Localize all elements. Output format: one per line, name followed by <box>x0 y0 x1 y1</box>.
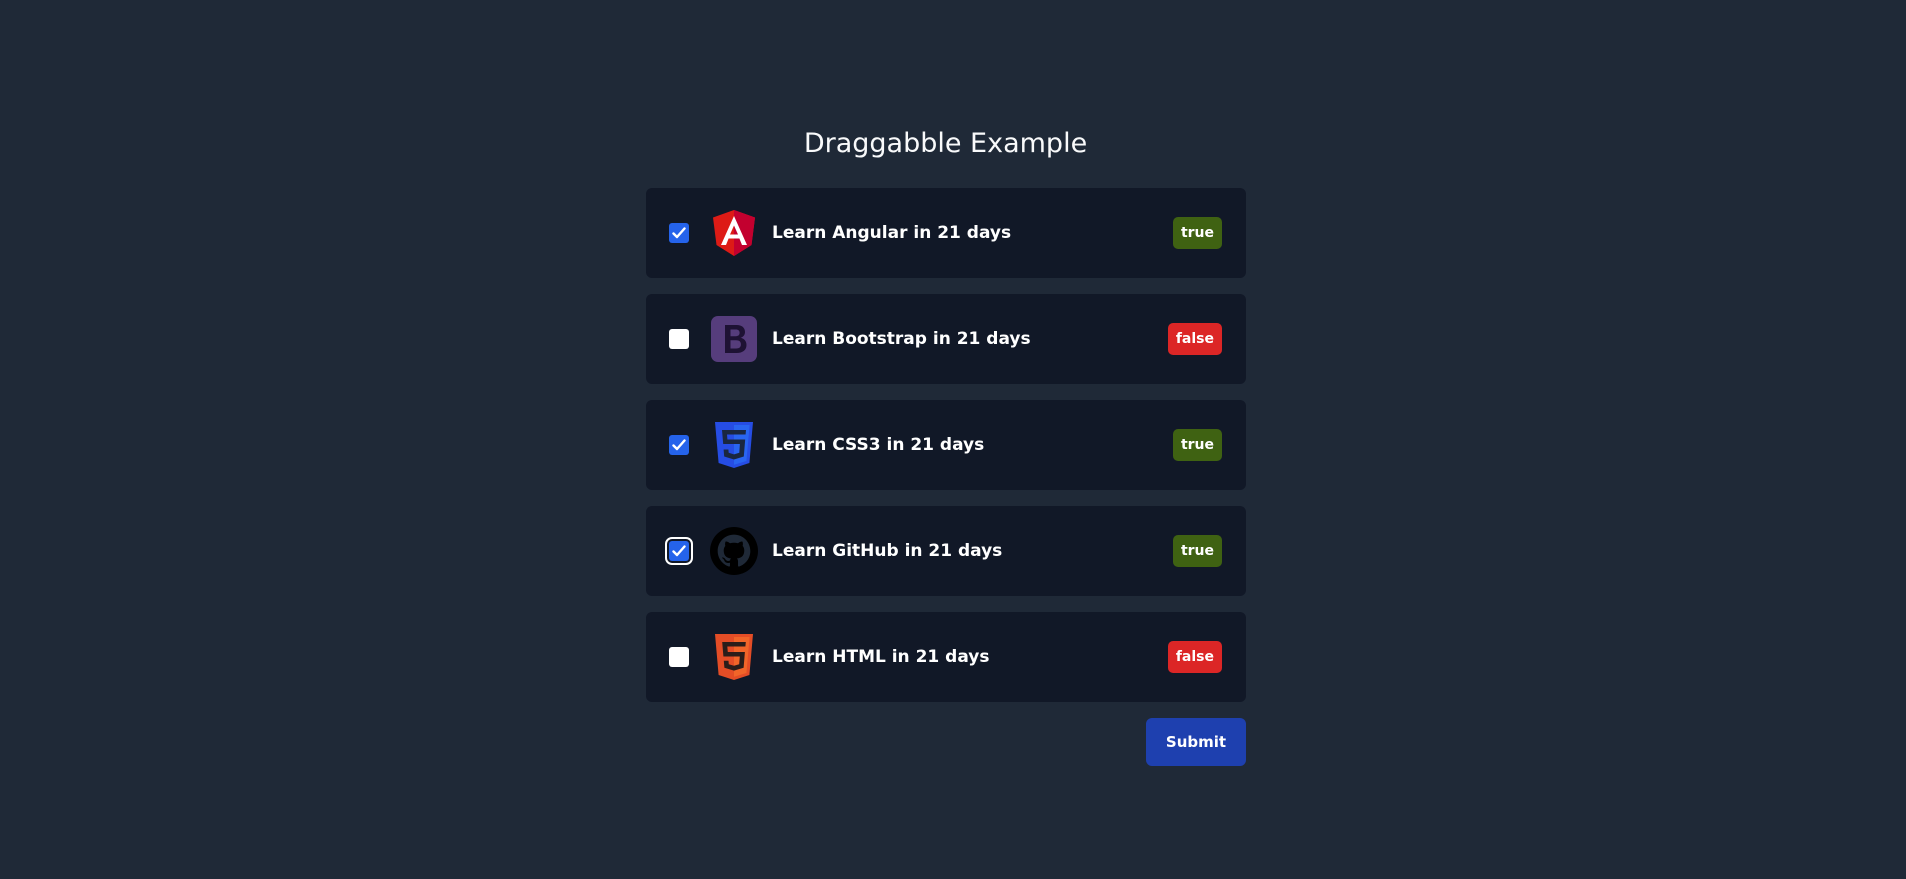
checkbox[interactable] <box>669 223 689 243</box>
submit-button[interactable]: Submit <box>1146 718 1246 766</box>
list-item[interactable]: Learn HTML in 21 days false <box>646 612 1246 702</box>
page-title: Draggabble Example <box>803 128 1088 159</box>
list-item[interactable]: Learn CSS3 in 21 days true <box>646 400 1246 490</box>
checkmark-icon <box>672 227 686 239</box>
github-icon <box>710 527 758 575</box>
css3-icon <box>710 421 758 469</box>
checkbox[interactable] <box>669 435 689 455</box>
list-item[interactable]: Learn Bootstrap in 21 days false <box>646 294 1246 384</box>
list-item[interactable]: Learn Angular in 21 days true <box>646 188 1246 278</box>
status-badge: true <box>1172 217 1222 249</box>
item-label: Learn Angular in 21 days <box>772 223 1012 243</box>
bootstrap-icon <box>710 315 758 363</box>
draggable-list: Learn Angular in 21 days true Learn Boot… <box>646 188 1246 718</box>
checkbox[interactable] <box>669 329 689 349</box>
item-label: Learn HTML in 21 days <box>772 647 990 667</box>
html5-icon <box>710 633 758 681</box>
status-badge: true <box>1172 535 1222 567</box>
item-label: Learn GitHub in 21 days <box>772 541 1003 561</box>
status-badge: true <box>1172 429 1222 461</box>
list-item[interactable]: Learn GitHub in 21 days true <box>646 506 1246 596</box>
status-badge: false <box>1167 641 1222 673</box>
checkmark-icon <box>672 439 686 451</box>
checkmark-icon <box>672 545 686 557</box>
item-label: Learn CSS3 in 21 days <box>772 435 985 455</box>
checkbox[interactable] <box>665 537 693 565</box>
checkbox[interactable] <box>669 647 689 667</box>
item-label: Learn Bootstrap in 21 days <box>772 329 1031 349</box>
status-badge: false <box>1167 323 1222 355</box>
angular-icon <box>710 209 758 257</box>
